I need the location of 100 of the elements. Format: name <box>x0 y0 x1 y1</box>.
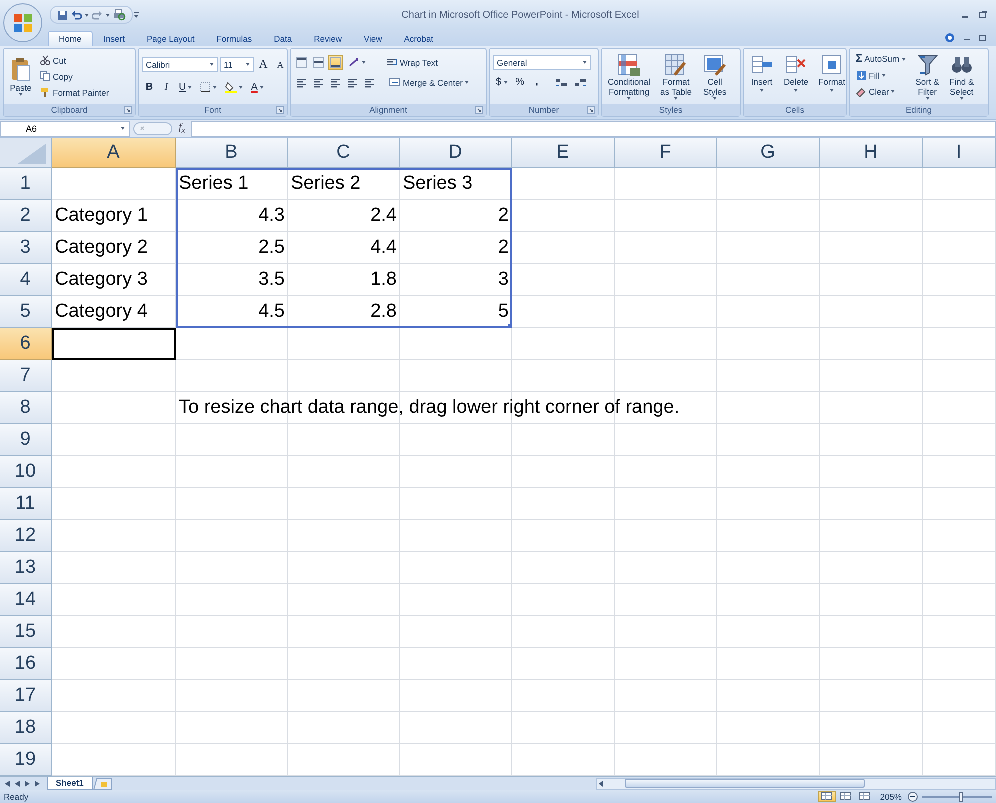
table-cell[interactable]: To resize chart data range, drag lower right corner of range. <box>176 392 996 424</box>
row-header[interactable]: 12 <box>0 520 52 552</box>
row-header[interactable]: 8 <box>0 392 52 424</box>
top-align-button[interactable] <box>294 55 309 70</box>
font-color-button[interactable]: A <box>248 80 267 94</box>
table-cell[interactable]: Category 4 <box>52 296 176 328</box>
ribbon-tab[interactable]: Acrobat <box>393 31 445 46</box>
column-header[interactable]: H <box>820 138 923 168</box>
column-header[interactable]: I <box>923 138 996 168</box>
formula-input[interactable] <box>191 120 996 136</box>
normal-view-button[interactable] <box>818 791 836 802</box>
column-header[interactable]: A <box>52 138 176 168</box>
table-cell[interactable]: 1.8 <box>288 264 400 296</box>
clear-button[interactable]: Clear <box>853 84 909 99</box>
number-format-field[interactable]: General <box>493 55 591 70</box>
font-size-field[interactable]: 11 <box>220 57 254 72</box>
table-cell[interactable]: 5 <box>400 296 512 328</box>
ribbon-tab[interactable]: Formulas <box>206 31 264 46</box>
undo-icon[interactable] <box>71 10 82 20</box>
table-cell[interactable]: 2.5 <box>176 232 288 264</box>
scroll-left-icon[interactable] <box>597 780 605 788</box>
fill-button[interactable]: Fill <box>853 68 909 83</box>
delete-cells-button[interactable]: Delete <box>781 51 812 94</box>
sheet-tab[interactable]: Sheet1 <box>47 777 93 790</box>
row-header[interactable]: 2 <box>0 200 52 232</box>
cell-styles-button[interactable]: Cell Styles <box>699 51 732 102</box>
customize-toolbar-icon[interactable] <box>133 11 140 19</box>
merge-center-button[interactable]: Merge & Center <box>386 75 472 90</box>
insert-cells-button[interactable]: Insert <box>747 51 777 94</box>
ribbon-tab[interactable]: Data <box>263 31 304 46</box>
comma-style-button[interactable]: , <box>530 75 545 90</box>
column-header[interactable]: E <box>512 138 615 168</box>
row-header[interactable]: 19 <box>0 744 52 776</box>
column-header[interactable]: G <box>717 138 820 168</box>
grow-font-button[interactable]: A <box>256 55 271 74</box>
format-cells-button[interactable]: Format <box>816 51 848 94</box>
ribbon-tab[interactable]: Insert <box>92 31 136 46</box>
wrap-text-button[interactable]: Wrap Text <box>383 55 441 70</box>
row-header[interactable]: 15 <box>0 616 52 648</box>
cut-button[interactable]: Cut <box>37 53 112 68</box>
table-cell[interactable]: Category 1 <box>52 200 176 232</box>
active-cell[interactable] <box>52 328 176 360</box>
row-header[interactable]: 5 <box>0 296 52 328</box>
ribbon-tab[interactable]: Review <box>303 31 353 46</box>
table-cell[interactable]: Category 2 <box>52 232 176 264</box>
paste-button[interactable]: Paste <box>7 54 35 98</box>
column-header[interactable]: B <box>176 138 288 168</box>
table-cell[interactable]: 2 <box>400 232 512 264</box>
table-cell[interactable]: 3.5 <box>176 264 288 296</box>
percent-button[interactable]: % <box>512 75 528 90</box>
function-button[interactable]: f$_{x}$ <box>179 122 186 135</box>
row-header[interactable]: 13 <box>0 552 52 584</box>
print-preview-icon[interactable] <box>113 9 126 21</box>
dialog-launcher-icon[interactable] <box>124 106 132 114</box>
name-box[interactable]: A6 <box>0 120 130 136</box>
table-cell[interactable]: 2.8 <box>288 296 400 328</box>
row-header[interactable]: 11 <box>0 488 52 520</box>
row-header[interactable]: 7 <box>0 360 52 392</box>
next-sheet-icon[interactable] <box>24 780 31 788</box>
copy-button[interactable]: Copy <box>37 69 112 84</box>
sort-filter-button[interactable]: Sort & Filter <box>912 51 943 102</box>
table-cell[interactable]: Series 1 <box>176 168 288 200</box>
table-cell[interactable]: 4.3 <box>176 200 288 232</box>
table-cell[interactable]: 4.4 <box>288 232 400 264</box>
dialog-launcher-icon[interactable] <box>475 106 483 114</box>
row-header[interactable]: 3 <box>0 232 52 264</box>
row-header[interactable]: 14 <box>0 584 52 616</box>
currency-button[interactable]: $ <box>493 75 511 90</box>
column-header[interactable]: D <box>400 138 512 168</box>
format-as-table-button[interactable]: Format as Table <box>658 51 696 102</box>
row-header[interactable]: 16 <box>0 648 52 680</box>
slider-thumb[interactable] <box>958 792 962 802</box>
last-sheet-icon[interactable] <box>34 780 41 788</box>
middle-align-button[interactable] <box>311 55 326 70</box>
row-header[interactable]: 18 <box>0 712 52 744</box>
row-header[interactable]: 1 <box>0 168 52 200</box>
previous-sheet-icon[interactable] <box>14 780 21 788</box>
column-header[interactable]: C <box>288 138 400 168</box>
table-cell[interactable]: Series 2 <box>288 168 400 200</box>
help-icon[interactable] <box>945 33 955 43</box>
table-cell[interactable]: 3 <box>400 264 512 296</box>
shrink-font-button[interactable]: A <box>273 58 288 72</box>
row-header[interactable]: 17 <box>0 680 52 712</box>
row-header[interactable]: 6 <box>0 328 52 360</box>
underline-button[interactable]: U <box>176 80 196 94</box>
dialog-launcher-icon[interactable] <box>276 106 284 114</box>
font-name-field[interactable]: Calibri <box>142 57 218 72</box>
row-header[interactable]: 9 <box>0 424 52 456</box>
ribbon-tab[interactable]: Home <box>48 31 93 46</box>
restore-icon[interactable] <box>979 34 988 42</box>
find-select-button[interactable]: Find & Select <box>946 51 978 102</box>
row-header[interactable]: 4 <box>0 264 52 296</box>
ribbon-tab[interactable]: Page Layout <box>136 31 206 46</box>
autosum-button[interactable]: Σ AutoSum <box>853 51 909 67</box>
format-painter-button[interactable]: Format Painter <box>37 85 112 100</box>
column-header[interactable]: F <box>615 138 717 168</box>
bottom-align-button[interactable] <box>328 55 343 70</box>
first-sheet-icon[interactable] <box>4 780 11 788</box>
conditional-formatting-button[interactable]: Conditional Formatting <box>605 51 654 102</box>
save-icon[interactable] <box>57 10 68 20</box>
